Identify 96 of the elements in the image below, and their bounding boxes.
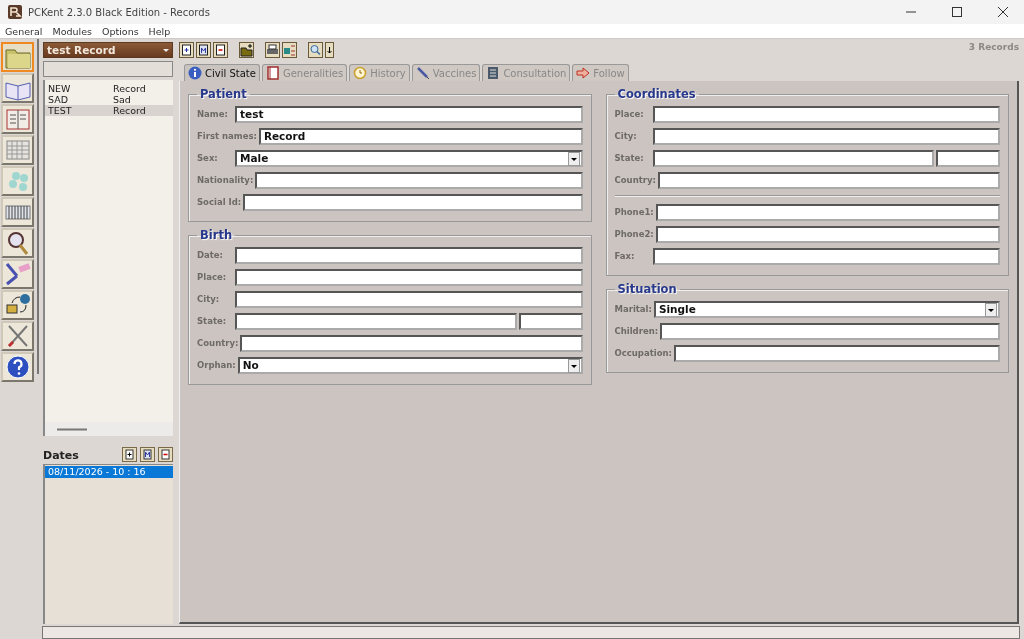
record-code: NEW [48, 83, 72, 94]
field-label: State: [197, 316, 228, 326]
modify-record-icon[interactable] [196, 42, 211, 58]
text-field[interactable] [240, 334, 583, 352]
module-button[interactable] [1, 290, 34, 320]
text-field[interactable]: Record [258, 127, 583, 145]
syringe-icon [415, 66, 430, 80]
record-name: Sad [113, 94, 131, 105]
record-row[interactable]: SAD Sad [45, 94, 173, 105]
section-title: Birth [199, 228, 234, 242]
calendar-icon [3, 137, 32, 163]
new-record-icon[interactable] [179, 42, 194, 58]
field-label: Place: [614, 109, 645, 119]
record-name: Record [113, 83, 146, 94]
module-button[interactable] [1, 104, 34, 134]
text-field[interactable] [243, 193, 583, 211]
delete-record-icon[interactable] [213, 42, 228, 58]
text-field[interactable] [235, 246, 583, 264]
text-field[interactable] [518, 312, 583, 330]
field-label: Name: [197, 109, 229, 119]
record-name: Record [113, 105, 146, 116]
book-icon [265, 66, 280, 80]
text-field[interactable] [652, 105, 1000, 123]
address-book-icon [3, 106, 32, 132]
field-label: Nationality: [197, 175, 254, 185]
text-field[interactable] [652, 247, 1000, 265]
text-field[interactable] [655, 225, 1000, 243]
field-label: Marital: [614, 304, 652, 314]
record-dropdown[interactable]: test Record [43, 42, 173, 58]
app-logo-icon [8, 5, 22, 19]
field-label: Fax: [614, 251, 636, 261]
text-field[interactable] [655, 203, 1000, 221]
text-field[interactable] [652, 127, 1000, 145]
delete-date-icon[interactable] [158, 447, 173, 462]
field-label: City: [197, 294, 221, 304]
text-field[interactable] [235, 268, 583, 286]
arrow-right-icon [576, 66, 591, 80]
close-icon[interactable] [998, 7, 1008, 17]
field-label: Social Id: [197, 197, 242, 207]
export-icon[interactable] [282, 42, 297, 58]
text-field[interactable] [657, 171, 1000, 189]
field-label: City: [614, 131, 638, 141]
menu-item[interactable]: Help [148, 25, 171, 37]
folder-add-icon[interactable] [239, 42, 254, 58]
tab[interactable]: Civil State [184, 64, 260, 81]
section-title: Coordinates [616, 87, 697, 101]
text-field[interactable] [235, 312, 517, 330]
info-icon [188, 66, 202, 80]
edit-date-icon[interactable] [140, 447, 155, 462]
field-label: Place: [197, 272, 228, 282]
field-label: Country: [614, 175, 656, 185]
search-icon[interactable] [308, 42, 323, 58]
help-icon [3, 354, 32, 380]
dates-heading: Dates [43, 449, 79, 462]
document-icon [486, 66, 501, 80]
window-title: PCKent 2.3.0 Black Edition - Records [28, 6, 210, 18]
record-row[interactable]: TEST Record [45, 105, 173, 116]
field-label: Country: [197, 338, 239, 348]
field-label: First names: [197, 131, 257, 141]
field-label: Phone2: [614, 229, 654, 239]
field-label: State: [614, 153, 645, 163]
text-field[interactable]: test [235, 105, 583, 123]
dropdown[interactable]: Single [653, 300, 1000, 318]
field-label: Occupation: [614, 348, 672, 358]
printer-icon[interactable] [265, 42, 280, 58]
splitter-handle-icon[interactable] [57, 427, 87, 431]
clock-icon [353, 66, 368, 80]
caret-icon [162, 46, 170, 54]
field-label: Phone1: [614, 207, 654, 217]
menu-item[interactable]: Options [101, 25, 139, 37]
search-field[interactable] [43, 61, 173, 77]
field-label: Sex: [197, 153, 219, 163]
text-field[interactable] [235, 290, 583, 308]
record-code: TEST [48, 105, 73, 116]
date-row[interactable]: 08/11/2026 - 10 : 16 [45, 466, 173, 478]
text-field[interactable] [673, 344, 1000, 362]
field-label: Date: [197, 250, 225, 260]
dropdown[interactable]: No [237, 356, 583, 374]
add-date-icon[interactable] [122, 447, 137, 462]
section-title: Situation [616, 282, 678, 296]
record-row[interactable]: NEW Record [45, 83, 173, 94]
maximize-icon[interactable] [952, 7, 962, 17]
text-field[interactable] [660, 322, 1000, 340]
text-field[interactable] [652, 149, 934, 167]
record-code: SAD [48, 94, 70, 105]
menu-item[interactable]: General [5, 25, 43, 37]
module-button[interactable] [1, 228, 34, 258]
field-label: Orphan: [197, 360, 236, 370]
text-field[interactable] [936, 149, 1000, 167]
record-count: 3 Records [968, 42, 1019, 52]
menu-item[interactable]: Modules [52, 25, 92, 37]
module-button[interactable] [1, 352, 34, 382]
section-title: Patient [199, 87, 248, 101]
dropdown[interactable]: Male [235, 149, 583, 167]
field-label: Children: [614, 326, 659, 336]
text-field[interactable] [255, 171, 583, 189]
